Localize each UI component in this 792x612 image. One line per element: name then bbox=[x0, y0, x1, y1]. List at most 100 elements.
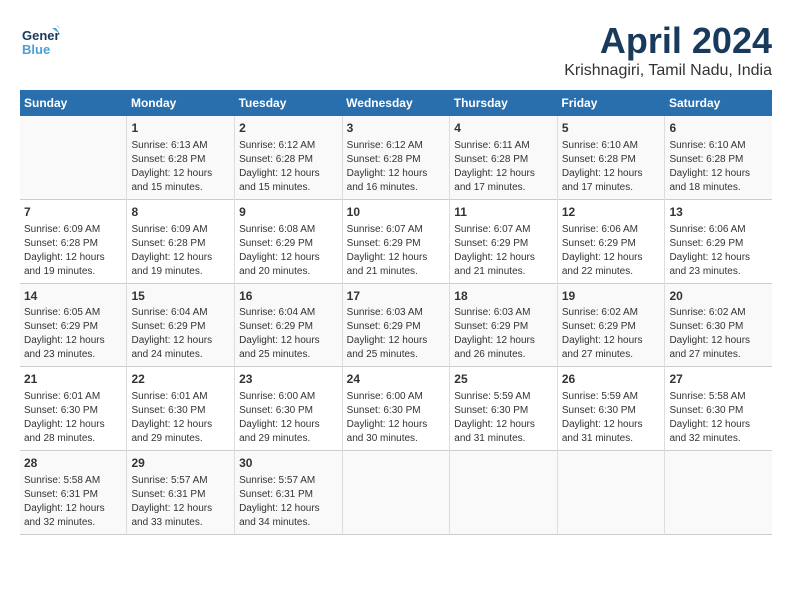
day-cell: 16Sunrise: 6:04 AM Sunset: 6:29 PM Dayli… bbox=[235, 283, 343, 367]
day-number: 11 bbox=[454, 204, 553, 221]
day-number: 25 bbox=[454, 371, 553, 388]
day-cell: 23 Sunrise: 6:00 AM Sunset: 6:30 PM Dayli… bbox=[235, 367, 343, 451]
day-info: Sunrise: 6:11 AM Sunset: 6:28 PM Dayligh… bbox=[454, 139, 553, 195]
day-number: 14 bbox=[24, 288, 122, 305]
day-info: Sunrise: 6:12 AM Sunset: 6:28 PM Dayligh… bbox=[347, 139, 446, 195]
svg-text:General: General bbox=[22, 28, 60, 43]
day-cell: 21 Sunrise: 6:01 AM Sunset: 6:30 PM Dayli… bbox=[20, 367, 127, 451]
day-cell bbox=[557, 451, 665, 535]
day-info: Sunrise: 5:59 AM Sunset: 6:30 PM Dayligh… bbox=[454, 390, 553, 446]
week-row-5: 28Sunrise: 5:58 AM Sunset: 6:31 PM Dayli… bbox=[20, 451, 772, 535]
day-cell: 18Sunrise: 6:03 AM Sunset: 6:29 PM Dayli… bbox=[450, 283, 558, 367]
header-row: SundayMondayTuesdayWednesdayThursdayFrid… bbox=[20, 90, 772, 116]
svg-text:Blue: Blue bbox=[22, 42, 50, 57]
day-cell: 11 Sunrise: 6:07 AM Sunset: 6:29 PM Dayli… bbox=[450, 199, 558, 283]
month-title: April 2024 bbox=[564, 20, 772, 62]
header: General Blue April 2024 Krishnagiri, Tam… bbox=[20, 20, 772, 80]
day-info: Sunrise: 6:01 AM Sunset: 6:30 PM Dayligh… bbox=[131, 390, 230, 446]
col-header-saturday: Saturday bbox=[665, 90, 772, 116]
day-number: 8 bbox=[131, 204, 230, 221]
day-cell: 13 Sunrise: 6:06 AM Sunset: 6:29 PM Dayli… bbox=[665, 199, 772, 283]
day-number: 17 bbox=[347, 288, 446, 305]
day-number: 15 bbox=[131, 288, 230, 305]
day-info: Sunrise: 5:57 AM Sunset: 6:31 PM Dayligh… bbox=[239, 474, 338, 530]
day-cell: 22 Sunrise: 6:01 AM Sunset: 6:30 PM Dayli… bbox=[127, 367, 235, 451]
day-cell bbox=[665, 451, 772, 535]
day-cell: 26Sunrise: 5:59 AM Sunset: 6:30 PM Dayli… bbox=[557, 367, 665, 451]
week-row-4: 21 Sunrise: 6:01 AM Sunset: 6:30 PM Dayli… bbox=[20, 367, 772, 451]
col-header-thursday: Thursday bbox=[450, 90, 558, 116]
day-cell: 5 Sunrise: 6:10 AM Sunset: 6:28 PM Daylig… bbox=[557, 116, 665, 199]
day-number: 19 bbox=[562, 288, 661, 305]
day-info: Sunrise: 6:07 AM Sunset: 6:29 PM Dayligh… bbox=[454, 223, 553, 279]
day-cell bbox=[20, 116, 127, 199]
day-number: 30 bbox=[239, 455, 338, 472]
day-cell: 24 Sunrise: 6:00 AM Sunset: 6:30 PM Dayli… bbox=[342, 367, 450, 451]
day-cell: 8 Sunrise: 6:09 AM Sunset: 6:28 PM Daylig… bbox=[127, 199, 235, 283]
day-info: Sunrise: 6:10 AM Sunset: 6:28 PM Dayligh… bbox=[669, 139, 768, 195]
logo: General Blue bbox=[20, 20, 60, 60]
day-info: Sunrise: 6:09 AM Sunset: 6:28 PM Dayligh… bbox=[131, 223, 230, 279]
day-cell: 7 Sunrise: 6:09 AM Sunset: 6:28 PM Daylig… bbox=[20, 199, 127, 283]
day-cell: 27 Sunrise: 5:58 AM Sunset: 6:30 PM Dayli… bbox=[665, 367, 772, 451]
day-info: Sunrise: 6:00 AM Sunset: 6:30 PM Dayligh… bbox=[239, 390, 338, 446]
day-cell: 15Sunrise: 6:04 AM Sunset: 6:29 PM Dayli… bbox=[127, 283, 235, 367]
day-cell: 29Sunrise: 5:57 AM Sunset: 6:31 PM Dayli… bbox=[127, 451, 235, 535]
day-cell: 10Sunrise: 6:07 AM Sunset: 6:29 PM Dayli… bbox=[342, 199, 450, 283]
day-number: 2 bbox=[239, 120, 338, 137]
day-cell: 12Sunrise: 6:06 AM Sunset: 6:29 PM Dayli… bbox=[557, 199, 665, 283]
day-info: Sunrise: 6:10 AM Sunset: 6:28 PM Dayligh… bbox=[562, 139, 661, 195]
col-header-monday: Monday bbox=[127, 90, 235, 116]
title-area: April 2024 Krishnagiri, Tamil Nadu, Indi… bbox=[564, 20, 772, 80]
day-number: 24 bbox=[347, 371, 446, 388]
day-number: 6 bbox=[669, 120, 768, 137]
day-number: 3 bbox=[347, 120, 446, 137]
day-number: 21 bbox=[24, 371, 122, 388]
week-row-2: 7 Sunrise: 6:09 AM Sunset: 6:28 PM Daylig… bbox=[20, 199, 772, 283]
day-info: Sunrise: 6:06 AM Sunset: 6:29 PM Dayligh… bbox=[669, 223, 768, 279]
day-cell: 9Sunrise: 6:08 AM Sunset: 6:29 PM Daylig… bbox=[235, 199, 343, 283]
day-info: Sunrise: 6:08 AM Sunset: 6:29 PM Dayligh… bbox=[239, 223, 338, 279]
day-cell: 30 Sunrise: 5:57 AM Sunset: 6:31 PM Dayli… bbox=[235, 451, 343, 535]
day-info: Sunrise: 6:03 AM Sunset: 6:29 PM Dayligh… bbox=[454, 306, 553, 362]
day-number: 27 bbox=[669, 371, 768, 388]
day-info: Sunrise: 6:01 AM Sunset: 6:30 PM Dayligh… bbox=[24, 390, 122, 446]
day-number: 7 bbox=[24, 204, 122, 221]
day-number: 22 bbox=[131, 371, 230, 388]
day-cell: 14Sunrise: 6:05 AM Sunset: 6:29 PM Dayli… bbox=[20, 283, 127, 367]
day-cell: 25 Sunrise: 5:59 AM Sunset: 6:30 PM Dayli… bbox=[450, 367, 558, 451]
day-info: Sunrise: 6:00 AM Sunset: 6:30 PM Dayligh… bbox=[347, 390, 446, 446]
day-info: Sunrise: 5:58 AM Sunset: 6:30 PM Dayligh… bbox=[669, 390, 768, 446]
day-number: 23 bbox=[239, 371, 338, 388]
day-number: 4 bbox=[454, 120, 553, 137]
day-number: 5 bbox=[562, 120, 661, 137]
calendar-table: SundayMondayTuesdayWednesdayThursdayFrid… bbox=[20, 90, 772, 535]
day-number: 1 bbox=[131, 120, 230, 137]
col-header-sunday: Sunday bbox=[20, 90, 127, 116]
week-row-1: 1Sunrise: 6:13 AM Sunset: 6:28 PM Daylig… bbox=[20, 116, 772, 199]
day-cell: 19Sunrise: 6:02 AM Sunset: 6:29 PM Dayli… bbox=[557, 283, 665, 367]
day-info: Sunrise: 6:02 AM Sunset: 6:30 PM Dayligh… bbox=[669, 306, 768, 362]
col-header-friday: Friday bbox=[557, 90, 665, 116]
day-cell bbox=[450, 451, 558, 535]
location-title: Krishnagiri, Tamil Nadu, India bbox=[564, 62, 772, 80]
day-number: 16 bbox=[239, 288, 338, 305]
day-number: 20 bbox=[669, 288, 768, 305]
day-cell: 20Sunrise: 6:02 AM Sunset: 6:30 PM Dayli… bbox=[665, 283, 772, 367]
day-info: Sunrise: 5:59 AM Sunset: 6:30 PM Dayligh… bbox=[562, 390, 661, 446]
day-number: 12 bbox=[562, 204, 661, 221]
day-number: 13 bbox=[669, 204, 768, 221]
day-cell: 4 Sunrise: 6:11 AM Sunset: 6:28 PM Daylig… bbox=[450, 116, 558, 199]
week-row-3: 14Sunrise: 6:05 AM Sunset: 6:29 PM Dayli… bbox=[20, 283, 772, 367]
day-info: Sunrise: 5:57 AM Sunset: 6:31 PM Dayligh… bbox=[131, 474, 230, 530]
day-cell: 17Sunrise: 6:03 AM Sunset: 6:29 PM Dayli… bbox=[342, 283, 450, 367]
day-cell: 6 Sunrise: 6:10 AM Sunset: 6:28 PM Daylig… bbox=[665, 116, 772, 199]
day-cell: 3 Sunrise: 6:12 AM Sunset: 6:28 PM Daylig… bbox=[342, 116, 450, 199]
col-header-wednesday: Wednesday bbox=[342, 90, 450, 116]
day-cell: 28Sunrise: 5:58 AM Sunset: 6:31 PM Dayli… bbox=[20, 451, 127, 535]
day-info: Sunrise: 6:09 AM Sunset: 6:28 PM Dayligh… bbox=[24, 223, 122, 279]
day-info: Sunrise: 6:05 AM Sunset: 6:29 PM Dayligh… bbox=[24, 306, 122, 362]
day-info: Sunrise: 6:03 AM Sunset: 6:29 PM Dayligh… bbox=[347, 306, 446, 362]
day-cell bbox=[342, 451, 450, 535]
day-info: Sunrise: 6:04 AM Sunset: 6:29 PM Dayligh… bbox=[131, 306, 230, 362]
